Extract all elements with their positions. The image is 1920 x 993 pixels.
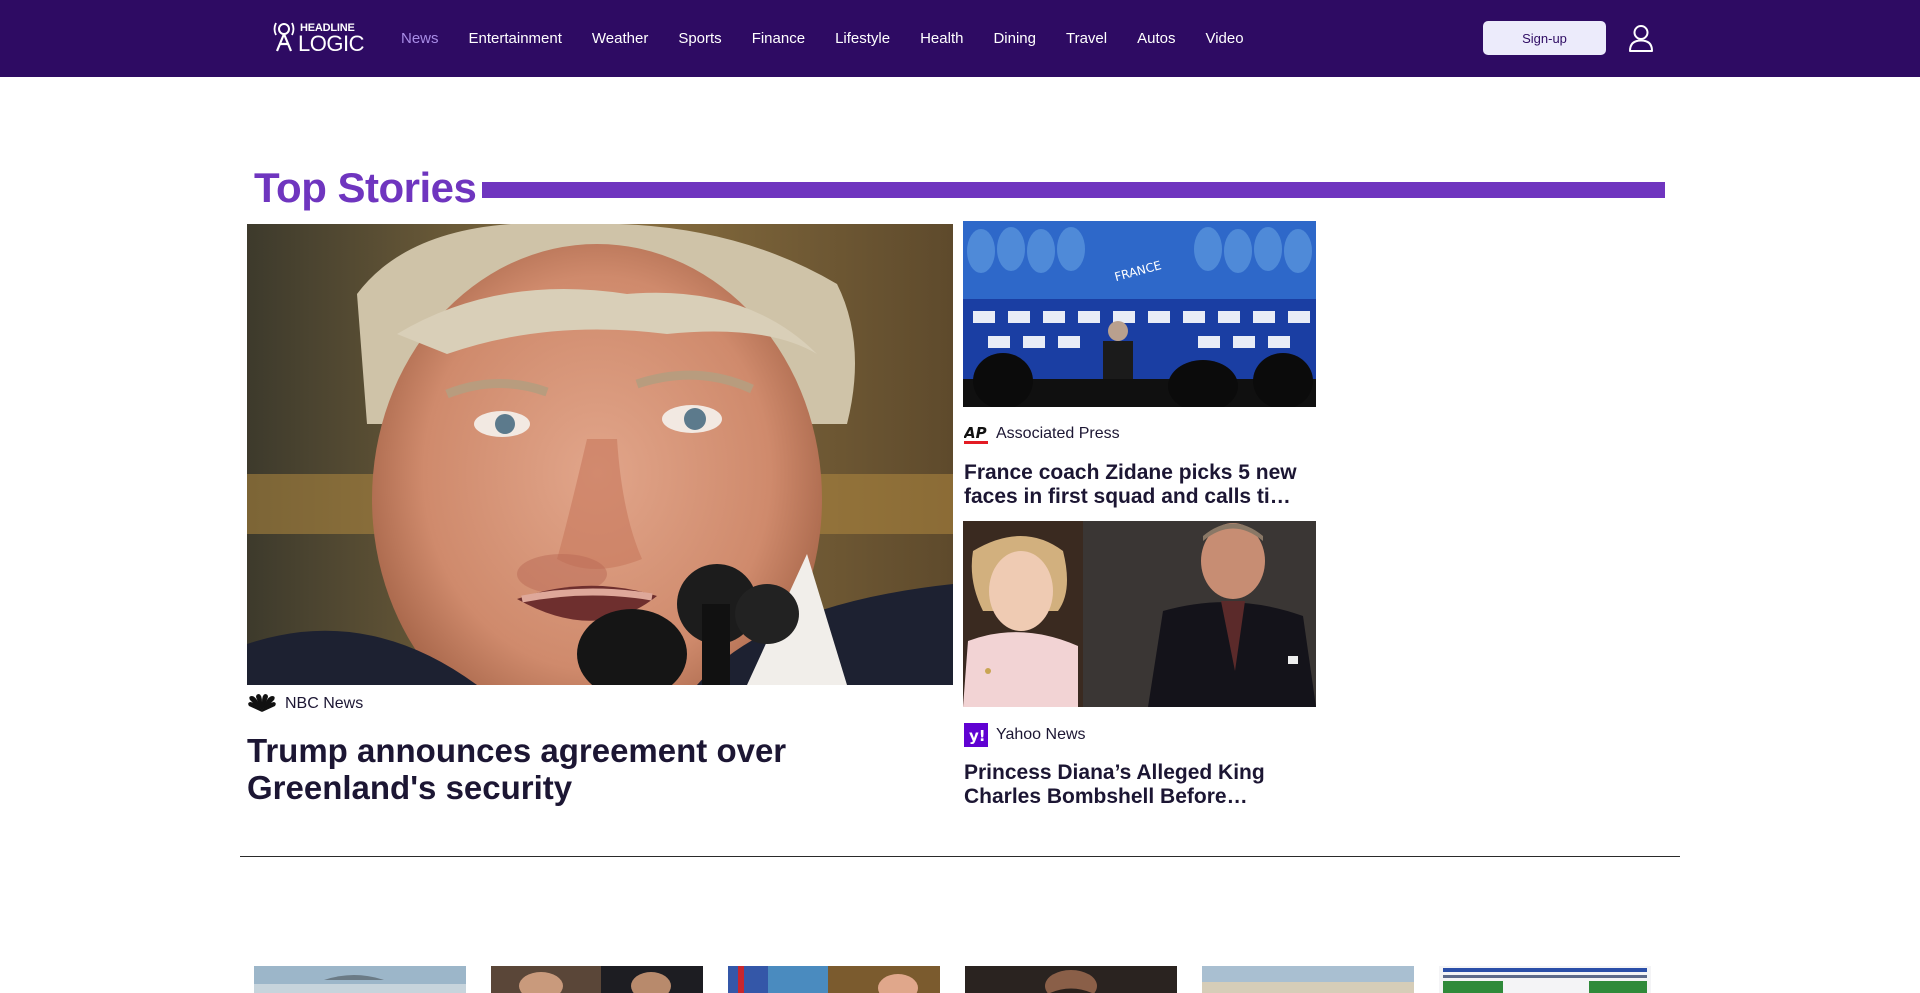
- thumbnail-photo-3: [728, 966, 940, 993]
- story-thumbnail-1[interactable]: [254, 966, 466, 993]
- top-navigation-bar: HEADLINE LOGIC News Entertainment Weathe…: [0, 0, 1920, 77]
- side-story-source-2[interactable]: y! Yahoo News: [964, 723, 1086, 747]
- thumbnail-photo-1: [254, 966, 466, 993]
- side-story-source-name-1: Associated Press: [996, 425, 1120, 442]
- story-thumbnail-2[interactable]: [491, 966, 703, 993]
- thumbnail-photo-6: [1439, 966, 1651, 993]
- story-thumbnail-3[interactable]: [728, 966, 940, 993]
- user-icon[interactable]: [1628, 24, 1654, 52]
- side-story-image-2[interactable]: [963, 521, 1316, 707]
- nav-weather[interactable]: Weather: [577, 30, 663, 47]
- side-story-photo-2: [963, 521, 1316, 707]
- lead-story-source-name: NBC News: [285, 695, 364, 712]
- lead-story-image[interactable]: [247, 224, 953, 685]
- nav-health[interactable]: Health: [905, 30, 978, 47]
- svg-text:y!: y!: [969, 727, 986, 745]
- section-title-underline: [482, 182, 1665, 198]
- headline-logic-logo[interactable]: HEADLINE LOGIC: [272, 20, 364, 56]
- nbc-peacock-icon: [248, 694, 276, 712]
- side-story-source-name-2: Yahoo News: [996, 726, 1086, 743]
- nav-entertainment[interactable]: Entertainment: [454, 30, 577, 47]
- section-title-top-stories: Top Stories: [254, 164, 477, 211]
- main-nav: News Entertainment Weather Sports Financ…: [386, 0, 1259, 77]
- yahoo-logo-icon: y!: [964, 723, 988, 747]
- side-story-source-1[interactable]: AP Associated Press: [964, 423, 1120, 445]
- logo-antenna-icon: [273, 22, 295, 52]
- nav-finance[interactable]: Finance: [737, 30, 820, 47]
- story-thumbnail-5[interactable]: [1202, 966, 1414, 993]
- svg-text:AP: AP: [964, 424, 987, 442]
- thumbnail-photo-2: [491, 966, 703, 993]
- story-thumbnail-6[interactable]: [1439, 966, 1651, 993]
- lead-story-headline[interactable]: Trump announces agreement over Greenland…: [247, 732, 947, 806]
- nav-video[interactable]: Video: [1190, 30, 1258, 47]
- nav-travel[interactable]: Travel: [1051, 30, 1122, 47]
- nav-dining[interactable]: Dining: [978, 30, 1051, 47]
- section-divider: [240, 856, 1680, 857]
- story-thumbnail-4[interactable]: [965, 966, 1177, 993]
- side-story-photo-1: FRANCE: [963, 221, 1316, 407]
- nav-news[interactable]: News: [386, 30, 454, 47]
- side-story-headline-1[interactable]: France coach Zidane picks 5 new faces in…: [964, 461, 1314, 511]
- side-story-image-1[interactable]: FRANCE: [963, 221, 1316, 407]
- thumbnail-photo-5: [1202, 966, 1414, 993]
- logo-text-bottom: LOGIC: [298, 31, 364, 56]
- thumbnail-photo-4: [965, 966, 1177, 993]
- nav-sports[interactable]: Sports: [663, 30, 736, 47]
- side-story-headline-2[interactable]: Princess Diana’s Alleged King Charles Bo…: [964, 761, 1314, 811]
- lead-story-photo: [247, 224, 953, 685]
- nav-autos[interactable]: Autos: [1122, 30, 1190, 47]
- signup-button[interactable]: Sign-up: [1483, 21, 1606, 55]
- ap-logo-icon: AP: [964, 424, 988, 444]
- lead-story-source[interactable]: NBC News: [247, 694, 363, 714]
- nav-lifestyle[interactable]: Lifestyle: [820, 30, 905, 47]
